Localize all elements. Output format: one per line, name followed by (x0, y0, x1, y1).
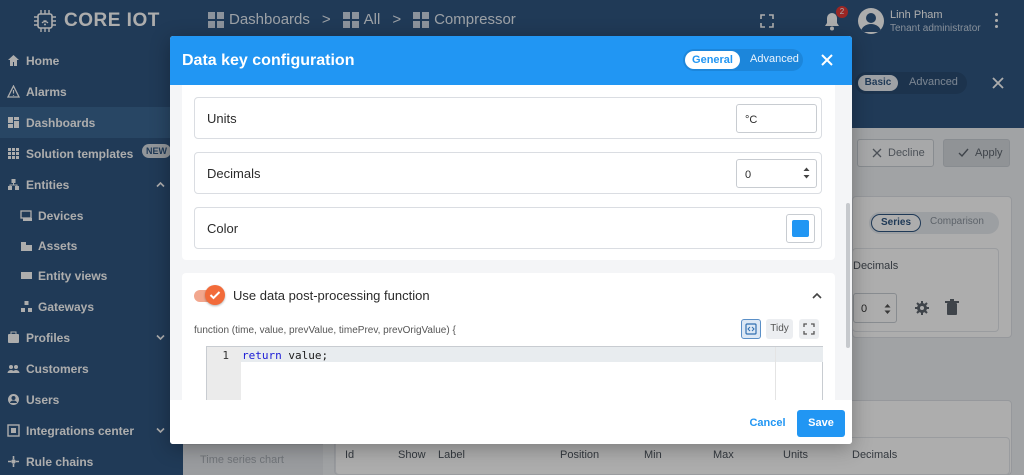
editor-fullscreen-button[interactable] (799, 319, 819, 339)
color-label: Color (207, 221, 239, 236)
chevron-up-icon[interactable] (812, 292, 822, 299)
units-label: Units (207, 111, 237, 126)
close-icon[interactable] (821, 54, 833, 66)
tidy-button[interactable]: Tidy (766, 319, 793, 339)
data-key-configuration-dialog: Data key configuration General Advanced … (170, 36, 852, 444)
code-braces-icon (745, 323, 757, 335)
code-text: value; (281, 349, 329, 362)
fullscreen-icon (803, 323, 815, 335)
check-icon (209, 291, 221, 300)
print-margin (775, 347, 776, 400)
units-row: Units °C (194, 97, 822, 139)
active-line-highlight (241, 347, 823, 362)
post-processing-label: Use data post-processing function (233, 288, 430, 303)
post-processing-section: Use data post-processing function functi… (182, 273, 835, 400)
code-keyword: return (242, 349, 282, 362)
code-editor[interactable]: 1 return value; (206, 346, 823, 400)
code-format-button[interactable] (741, 319, 761, 339)
color-picker[interactable] (786, 214, 815, 243)
editor-gutter: 1 (207, 347, 241, 400)
dialog-header: Data key configuration General Advanced (170, 36, 852, 85)
function-signature: function (time, value, prevValue, timePr… (194, 325, 456, 336)
line-number: 1 (222, 349, 229, 362)
tab-advanced[interactable]: Advanced (750, 53, 799, 65)
dialog-footer: Cancel Save (170, 400, 852, 444)
cancel-button[interactable]: Cancel (740, 410, 795, 436)
save-button[interactable]: Save (797, 410, 845, 437)
tab-general[interactable]: General (685, 51, 740, 69)
dialog-body: Units °C Decimals 0 Color Use data post-… (170, 85, 852, 400)
color-swatch (792, 220, 809, 237)
dialog-scrollbar[interactable] (846, 203, 850, 348)
toggle-knob[interactable] (205, 285, 225, 305)
spinner-arrows-icon[interactable] (803, 166, 810, 180)
decimals-label: Decimals (207, 166, 261, 181)
code-line[interactable]: return value; (242, 349, 328, 362)
dialog-title: Data key configuration (182, 52, 355, 69)
units-input[interactable]: °C (736, 104, 817, 133)
decimals-stepper[interactable]: 0 (736, 159, 817, 188)
decimals-row: Decimals 0 (194, 152, 822, 194)
general-settings-section: Units °C Decimals 0 Color (182, 85, 835, 260)
color-row: Color (194, 207, 822, 249)
